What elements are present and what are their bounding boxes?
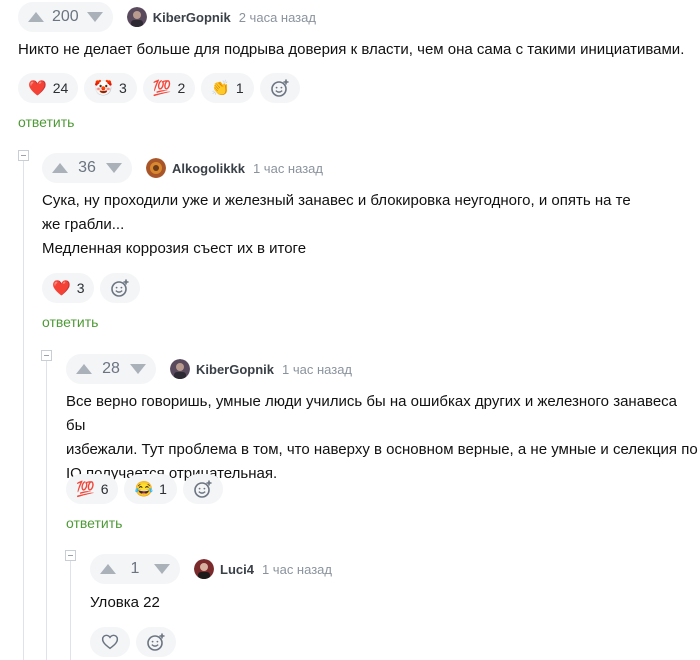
thread-line [46,360,47,660]
comment-text: Медленная коррозия съест их в итоге [42,240,307,257]
laughing-face-icon: 😂 [134,480,154,498]
comment-score: 200 [52,8,79,25]
downvote-arrow-icon[interactable] [130,364,146,374]
upvote-arrow-icon[interactable] [28,12,44,22]
comment-body: Сука, ну проходили уже и железный занаве… [42,189,631,261]
reaction-count: 1 [159,481,167,497]
add-reaction-icon [194,480,212,498]
comment-score: 36 [78,159,96,176]
downvote-arrow-icon[interactable] [106,163,122,173]
reaction-count: 6 [100,481,109,497]
heart-icon: ❤️ [52,279,71,297]
avatar[interactable] [194,559,214,579]
author-name[interactable]: KiberGopnik [196,362,274,377]
add-reaction-icon [111,279,129,297]
vote-control: 36 [42,153,132,183]
hundred-points-icon: 💯 [152,79,172,97]
comment-text: Все верно говоришь, умные люди учились б… [66,393,678,434]
comment-score: 1 [130,560,140,577]
comment: 200 KiberGopnik 2 часа назад Никто не де… [18,0,700,140]
thread-line [70,560,71,660]
author-name[interactable]: KiberGopnik [153,10,231,25]
downvote-arrow-icon[interactable] [154,564,170,574]
reactions-bar [90,627,176,657]
reaction-heart[interactable]: ❤️ 24 [18,73,79,103]
comment-text: Уловка 22 [90,594,160,611]
vote-control: 28 [66,354,156,384]
comment-header: 36 Alkogolikkk 1 час назад [42,151,323,185]
reaction-count: 24 [52,80,69,96]
heart-outline-icon [101,634,119,650]
reaction-count: 3 [76,280,85,296]
downvote-arrow-icon[interactable] [86,12,103,22]
comment-text: же грабли... [42,216,125,233]
reaction-count: 2 [177,80,186,96]
comment-text: Сука, ну проходили уже и железный занаве… [42,192,631,209]
author-name[interactable]: Luci4 [220,562,254,577]
comment-time[interactable]: 2 часа назад [239,10,316,25]
hundred-points-icon: 💯 [76,480,95,498]
vote-control: 1 [90,554,180,584]
collapse-toggle[interactable] [41,350,52,361]
comment-time[interactable]: 1 час назад [262,562,332,577]
like-button[interactable] [90,627,130,657]
comment-body: Уловка 22 [90,591,160,615]
add-reaction-button[interactable] [182,474,223,504]
comment-score: 28 [102,360,120,377]
upvote-arrow-icon[interactable] [52,163,68,173]
add-reaction-icon [270,79,289,97]
reaction-hundred[interactable]: 💯 6 [66,474,119,504]
reactions-bar: 💯 6 😂 1 [66,474,223,504]
author-name[interactable]: Alkogolikkk [172,161,245,176]
comment: 1 Luci4 1 час назад Уловка 22 [90,552,700,660]
comment-time[interactable]: 1 час назад [253,161,323,176]
reaction-laugh[interactable]: 😂 1 [124,474,177,504]
comment-text: Никто не делает больше для подрыва довер… [18,41,685,58]
reactions-bar: ❤️ 3 [42,273,141,303]
reaction-clap[interactable]: 👏 1 [201,73,254,103]
add-reaction-button[interactable] [100,273,141,303]
comment: 28 KiberGopnik 1 час назад Все верно гов… [66,352,700,542]
reaction-clown[interactable]: 🤡 3 [84,73,137,103]
add-reaction-button[interactable] [259,73,300,103]
comment-header: 1 Luci4 1 час назад [90,552,332,586]
reply-link[interactable]: ответить [66,515,122,531]
add-reaction-button[interactable] [136,627,176,657]
comment: 36 Alkogolikkk 1 час назад Сука, ну прох… [42,151,700,341]
collapse-toggle[interactable] [18,150,29,161]
vote-control: 200 [18,2,113,32]
clapping-hands-icon: 👏 [211,79,230,97]
avatar[interactable] [126,7,147,27]
reply-link[interactable]: ответить [18,114,74,130]
reactions-bar: ❤️ 24 🤡 3 💯 2 👏 1 [18,73,300,103]
clown-face-icon: 🤡 [94,79,113,97]
reaction-heart[interactable]: ❤️ 3 [42,273,95,303]
heart-icon: ❤️ [28,79,47,97]
add-reaction-icon [147,633,165,651]
comment-time[interactable]: 1 час назад [282,362,352,377]
reply-link[interactable]: ответить [42,314,98,330]
reaction-hundred[interactable]: 💯 2 [142,73,196,103]
avatar[interactable] [170,359,190,379]
upvote-arrow-icon[interactable] [76,364,92,374]
comment-body: Все верно говоришь, умные люди учились б… [66,390,700,486]
reaction-count: 3 [118,80,127,96]
comment-body: Никто не делает больше для подрыва довер… [18,38,684,62]
comment-header: 28 KiberGopnik 1 час назад [66,352,352,386]
upvote-arrow-icon[interactable] [100,564,116,574]
collapse-toggle[interactable] [65,550,76,561]
comment-text: избежали. Тут проблема в том, что наверх… [66,441,698,458]
comment-header: 200 KiberGopnik 2 часа назад [18,0,316,34]
thread-line [23,160,24,660]
reaction-count: 1 [235,80,244,96]
avatar[interactable] [146,158,166,178]
